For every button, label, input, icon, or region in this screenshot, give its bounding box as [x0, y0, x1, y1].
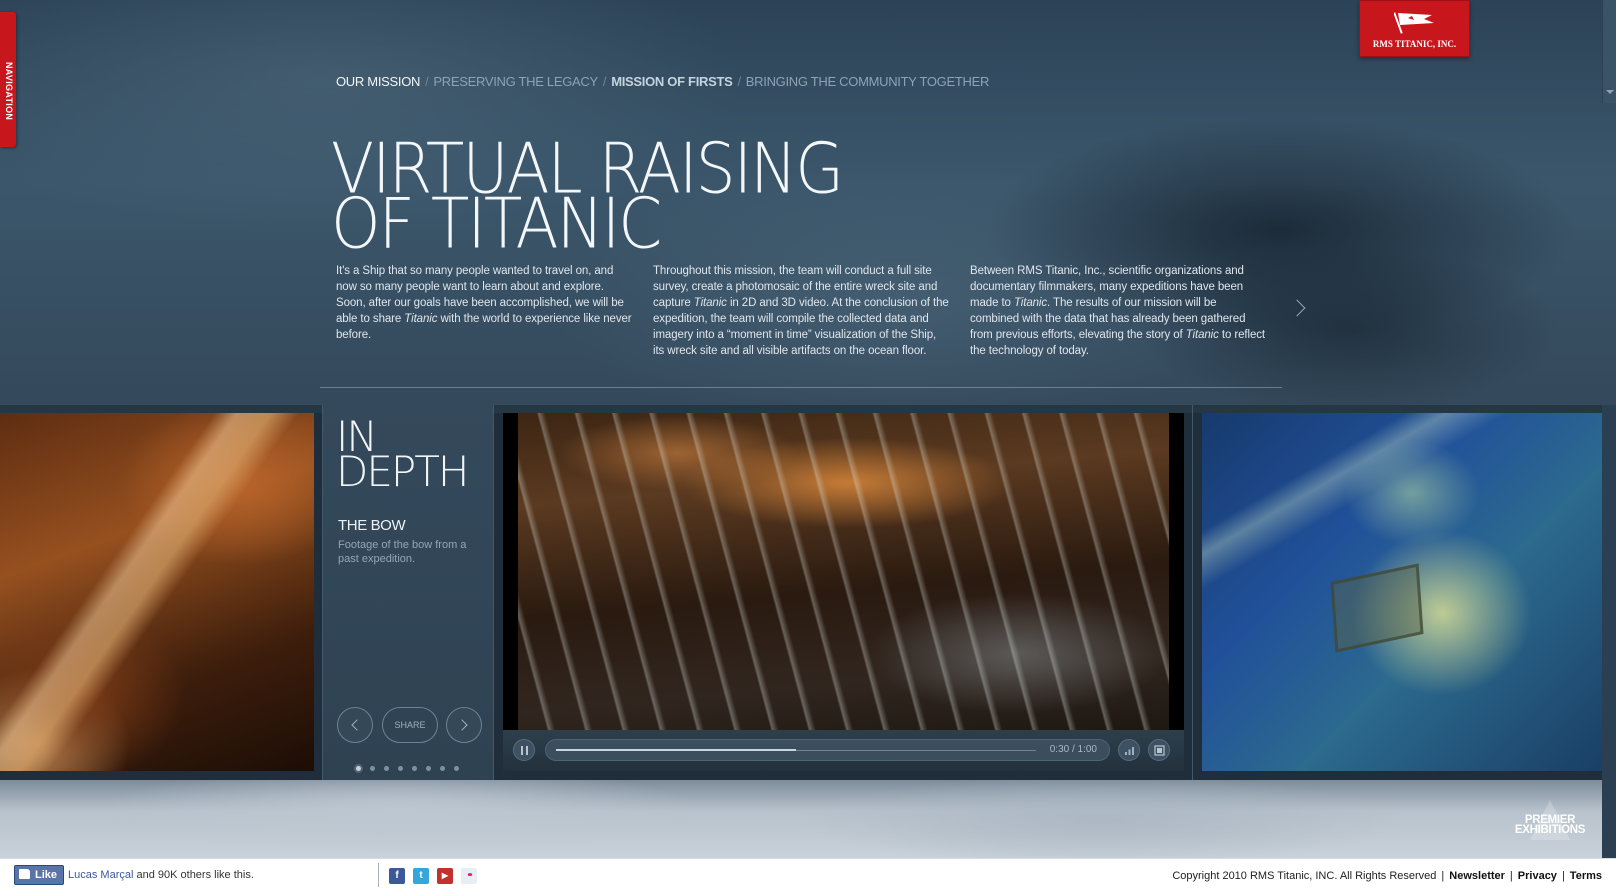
video-controls: 0:30 / 1:00 — [503, 730, 1184, 771]
flickr-icon[interactable]: •• — [461, 868, 477, 884]
page-title: VIRTUAL RAISING OF TITANIC — [331, 134, 891, 258]
breadcrumb: OUR MISSION / PRESERVING THE LEGACY / MISSIO… — [336, 74, 989, 89]
pagination-dot[interactable] — [440, 766, 445, 771]
breadcrumb-our-mission[interactable]: OUR MISSION — [336, 74, 420, 89]
lower-cloud-band — [0, 780, 1602, 858]
navigation-tab[interactable]: NAVIGATION — [0, 12, 16, 147]
in-depth-title-line-2: DEPTH — [336, 447, 469, 496]
facebook-icon[interactable]: f — [389, 868, 405, 884]
breadcrumb-separator: / — [425, 74, 429, 89]
page-title-line-2: OF TITANIC — [331, 183, 662, 265]
strip-divider — [1192, 405, 1193, 780]
pause-button[interactable] — [513, 739, 535, 761]
intro-column-1: It's a Ship that so many people wanted t… — [336, 263, 632, 343]
previous-button[interactable] — [337, 707, 373, 743]
flag-icon — [1394, 12, 1434, 34]
media-strip: IN DEPTH THE BOW Footage of the bow from… — [0, 405, 1602, 780]
timeline-progress — [556, 749, 796, 751]
chevron-left-icon — [351, 719, 363, 731]
chevron-right-icon — [456, 719, 468, 731]
link-separator: | — [1561, 870, 1565, 882]
youtube-icon[interactable]: ▶ — [437, 868, 453, 884]
facebook-like-button[interactable]: Like — [14, 865, 65, 885]
link-separator: | — [1509, 870, 1513, 882]
breadcrumb-preserving-the-legacy[interactable]: PRESERVING THE LEGACY — [433, 74, 598, 89]
intro-column-3: Between RMS Titanic, Inc., scientific or… — [970, 263, 1266, 359]
privacy-link[interactable]: Privacy — [1518, 870, 1557, 882]
pagination-dots — [356, 758, 468, 776]
navigation-tab-label: NAVIGATION — [4, 62, 14, 121]
pagination-dot[interactable] — [384, 766, 389, 771]
breadcrumb-bringing-the-community-together[interactable]: BRINGING THE COMMUNITY TOGETHER — [746, 74, 990, 89]
timeline-track[interactable] — [556, 749, 1036, 751]
scroll-down-arrow-icon[interactable] — [1606, 90, 1614, 94]
pagination-dot[interactable] — [370, 766, 375, 771]
like-user-link[interactable]: Lucas Marçal — [68, 869, 133, 881]
like-summary: Lucas Marçal and 90K others like this. — [68, 869, 254, 881]
footer-divider — [378, 863, 379, 887]
video-player: 0:30 / 1:00 — [503, 413, 1184, 771]
intro-column-2: Throughout this mission, the team will c… — [653, 263, 949, 359]
share-button[interactable]: SHARE — [382, 707, 438, 743]
pagination-dot[interactable] — [398, 766, 403, 771]
intro-emphasis: Titanic — [404, 313, 438, 325]
breadcrumb-separator: / — [602, 74, 607, 89]
newsletter-link[interactable]: Newsletter — [1449, 870, 1505, 882]
link-separator: | — [1441, 870, 1445, 882]
intro-emphasis: Titanic — [1185, 329, 1219, 341]
gallery-image-next[interactable] — [1202, 413, 1602, 771]
right-scrollbar[interactable] — [1602, 0, 1616, 103]
like-count-text: and 90K others like this. — [133, 869, 254, 881]
twitter-icon[interactable]: t — [413, 868, 429, 884]
premier-line-2: EXHIBITIONS — [1514, 824, 1586, 836]
video-time: 0:30 / 1:00 — [1049, 744, 1097, 755]
terms-link[interactable]: Terms — [1570, 870, 1602, 882]
premier-exhibitions-logo[interactable]: PREMIER EXHIBITIONS — [1505, 814, 1595, 847]
fullscreen-icon — [1154, 745, 1165, 756]
in-depth-title: IN DEPTH — [336, 416, 469, 493]
pagination-dot[interactable] — [454, 766, 459, 771]
hero-divider — [320, 387, 1282, 388]
breadcrumb-separator: / — [737, 74, 741, 89]
gallery-image-previous[interactable] — [0, 413, 314, 771]
pagination-dot[interactable] — [356, 766, 361, 771]
copyright-text: Copyright 2010 RMS Titanic, INC. All Rig… — [1172, 870, 1437, 882]
video-timeline[interactable]: 0:30 / 1:00 — [545, 739, 1110, 761]
thumbs-up-icon — [19, 869, 30, 879]
footer: Like Lucas Marçal and 90K others like th… — [0, 858, 1616, 890]
volume-button[interactable] — [1118, 739, 1140, 761]
logo-text: RMS TITANIC, INC. — [1372, 39, 1457, 49]
like-label: Like — [35, 869, 58, 881]
pagination-dot[interactable] — [412, 766, 417, 771]
fullscreen-button[interactable] — [1148, 739, 1170, 761]
copyright-bar: Copyright 2010 RMS Titanic, INC. All Rig… — [1172, 870, 1602, 882]
in-depth-panel: IN DEPTH THE BOW Footage of the bow from… — [322, 405, 494, 780]
wreck-hatch-detail — [1330, 563, 1424, 653]
pause-icon — [521, 746, 528, 755]
strip-top-border — [0, 405, 1602, 413]
intro-emphasis: Titanic — [693, 297, 727, 309]
pagination-dot[interactable] — [426, 766, 431, 771]
video-frame[interactable] — [518, 413, 1169, 730]
next-button[interactable] — [446, 707, 482, 743]
in-depth-subtitle: THE BOW — [338, 517, 406, 534]
breadcrumb-mission-of-firsts[interactable]: MISSION OF FIRSTS — [611, 74, 733, 89]
intro-emphasis: Titanic — [1013, 297, 1048, 309]
volume-bars-icon — [1125, 747, 1134, 755]
in-depth-description: Footage of the bow from a past expeditio… — [338, 539, 467, 565]
rms-titanic-logo[interactable]: RMS TITANIC, INC. — [1359, 0, 1470, 57]
